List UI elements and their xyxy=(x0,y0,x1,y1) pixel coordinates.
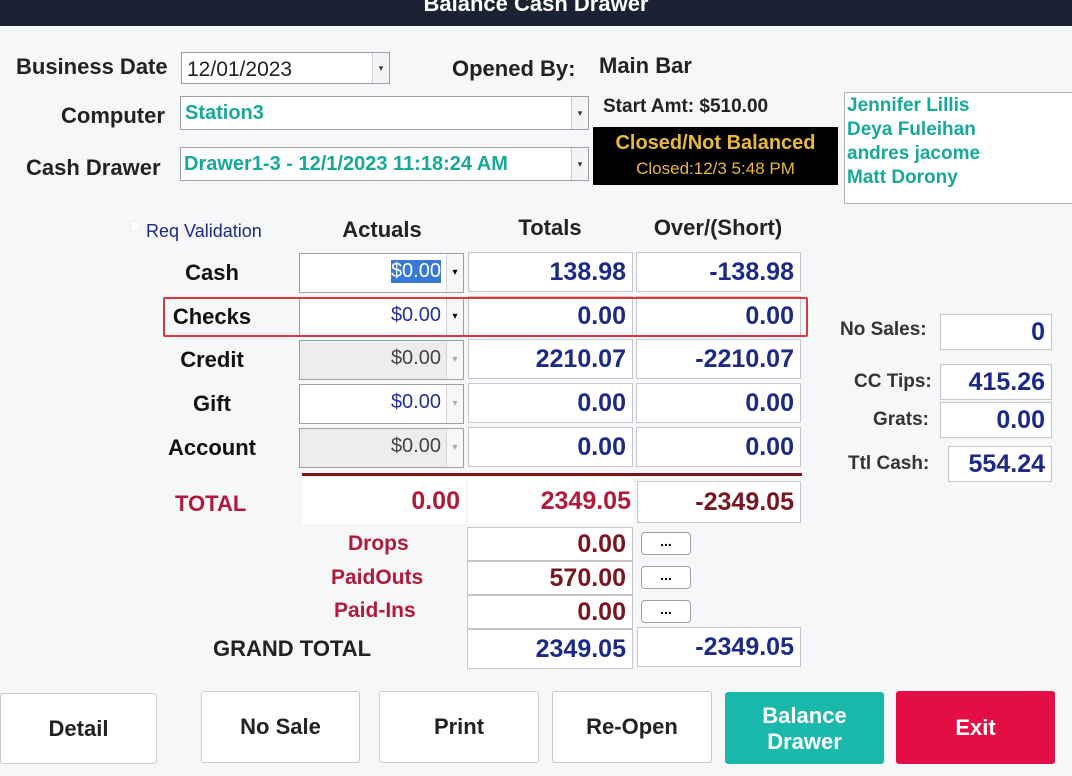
credit-total: 2210.07 xyxy=(468,339,633,379)
cash-drawer-value: Drawer1-3 - 12/1/2023 11:18:24 AM xyxy=(184,153,508,175)
paidouts-more-button[interactable]: ... xyxy=(641,566,691,589)
cc-tips-label: CC Tips: xyxy=(854,371,932,392)
cash-drawer-label: Cash Drawer xyxy=(26,155,161,180)
balance-drawer-button[interactable]: Balance Drawer xyxy=(725,692,884,764)
account-total: 0.00 xyxy=(468,427,633,467)
account-actual-value: $0.00 xyxy=(390,435,441,457)
paidins-value: 0.00 xyxy=(467,595,633,629)
gift-over-short: 0.00 xyxy=(636,383,801,423)
req-validation-label: Req Validation xyxy=(146,221,262,241)
credit-actual-input[interactable]: $0.00 ▾ xyxy=(299,340,464,380)
grats-label: Grats: xyxy=(873,409,929,430)
window-title: Balance Cash Drawer xyxy=(423,0,649,16)
print-button[interactable]: Print xyxy=(379,691,539,763)
gift-actual-value: $0.00 xyxy=(390,391,441,413)
detail-button[interactable]: Detail xyxy=(0,693,157,764)
exit-button[interactable]: Exit xyxy=(896,691,1055,764)
credit-over-short: -2210.07 xyxy=(636,339,801,379)
drops-more-button[interactable]: ... xyxy=(641,532,691,555)
employee-name[interactable]: Deya Fuleihan xyxy=(847,118,1072,142)
balance-drawer-line1: Balance xyxy=(762,703,847,728)
grand-total-label: GRAND TOTAL xyxy=(213,636,372,661)
ttl-cash-label: Ttl Cash: xyxy=(848,453,930,474)
checks-total: 0.00 xyxy=(468,296,633,336)
gift-total: 0.00 xyxy=(468,383,633,423)
spinner-icon[interactable]: ▾ xyxy=(446,385,463,423)
row-label-credit: Credit xyxy=(180,347,244,372)
checks-actual-value: $0.00 xyxy=(390,304,441,326)
paidouts-label: PaidOuts xyxy=(331,566,424,589)
total-separator xyxy=(302,473,802,476)
cash-actual-input[interactable]: $0.00 ▾ xyxy=(299,253,464,293)
reopen-button[interactable]: Re-Open xyxy=(552,691,712,763)
computer-select[interactable]: Station3 ▾ xyxy=(180,96,589,130)
column-header-actuals: Actuals xyxy=(342,217,422,242)
employee-name[interactable]: Matt Dorony xyxy=(847,166,1072,190)
row-label-gift: Gift xyxy=(193,391,231,416)
spinner-icon[interactable]: ▾ xyxy=(446,341,463,379)
business-date-picker[interactable]: 12/01/2023 ▾ xyxy=(181,52,390,84)
opened-by-value: Main Bar xyxy=(599,53,692,78)
paidins-label: Paid-Ins xyxy=(334,599,416,622)
row-label-checks: Checks xyxy=(172,304,252,329)
no-sales-label: No Sales: xyxy=(840,319,927,340)
column-header-totals: Totals xyxy=(518,215,582,240)
chevron-down-icon[interactable]: ▾ xyxy=(372,53,389,83)
chevron-down-icon[interactable]: ▾ xyxy=(571,148,588,180)
business-date-label: Business Date xyxy=(16,54,168,79)
account-over-short: 0.00 xyxy=(636,427,801,467)
employee-list: Jennifer Lillis Deya Fuleihan andres jac… xyxy=(844,92,1072,204)
drawer-status-title: Closed/Not Balanced xyxy=(615,132,816,154)
business-date-value: 12/01/2023 xyxy=(187,58,293,81)
checks-over-short: 0.00 xyxy=(636,296,801,336)
paidins-more-button[interactable]: ... xyxy=(641,600,691,623)
spinner-icon[interactable]: ▾ xyxy=(446,254,463,292)
employee-name[interactable]: Jennifer Lillis xyxy=(847,94,1072,118)
spinner-icon[interactable]: ▾ xyxy=(446,429,463,467)
grats-value: 0.00 xyxy=(940,402,1052,438)
drops-label: Drops xyxy=(348,532,409,555)
computer-label: Computer xyxy=(61,103,165,128)
column-header-over-short: Over/(Short) xyxy=(653,215,783,240)
total-label: TOTAL xyxy=(175,491,247,516)
row-label-cash: Cash xyxy=(185,260,239,285)
drawer-status-box: Closed/Not Balanced Closed:12/3 5:48 PM xyxy=(593,127,838,185)
chevron-down-icon[interactable]: ▾ xyxy=(571,97,588,129)
cash-over-short: -138.98 xyxy=(636,252,801,292)
gift-actual-input[interactable]: $0.00 ▾ xyxy=(299,384,464,424)
computer-value: Station3 xyxy=(185,102,264,124)
window-title-bar: Balance Cash Drawer xyxy=(0,0,1072,26)
cash-drawer-select[interactable]: Drawer1-3 - 12/1/2023 11:18:24 AM ▾ xyxy=(180,147,589,181)
account-actual-input[interactable]: $0.00 ▾ xyxy=(299,428,464,468)
spinner-icon[interactable]: ▾ xyxy=(446,298,463,336)
cash-total: 138.98 xyxy=(468,252,633,292)
drawer-closed-time: Closed:12/3 5:48 PM xyxy=(636,159,795,178)
total-over-short: -2349.05 xyxy=(637,481,801,523)
cash-actual-value: $0.00 xyxy=(390,260,441,283)
ttl-cash-value: 554.24 xyxy=(948,446,1052,482)
total-actual: 0.00 xyxy=(411,487,460,515)
cc-tips-value: 415.26 xyxy=(940,364,1052,400)
req-validation-checkbox[interactable] xyxy=(130,221,140,231)
credit-actual-value: $0.00 xyxy=(390,347,441,369)
drops-value: 0.00 xyxy=(467,527,633,561)
paidouts-value: 570.00 xyxy=(467,561,633,595)
row-label-account: Account xyxy=(168,435,256,460)
start-amount: Start Amt: $510.00 xyxy=(603,96,769,117)
employee-name[interactable]: andres jacome xyxy=(847,142,1072,166)
total-totals: 2349.05 xyxy=(540,487,631,515)
grand-total-totals: 2349.05 xyxy=(467,629,633,669)
no-sales-value: 0 xyxy=(940,314,1052,350)
no-sale-button[interactable]: No Sale xyxy=(201,691,360,763)
opened-by-label: Opened By: xyxy=(452,56,576,81)
checks-actual-input[interactable]: $0.00 ▾ xyxy=(299,297,464,337)
grand-total-over-short: -2349.05 xyxy=(637,627,801,667)
balance-drawer-line2: Drawer xyxy=(767,729,842,754)
